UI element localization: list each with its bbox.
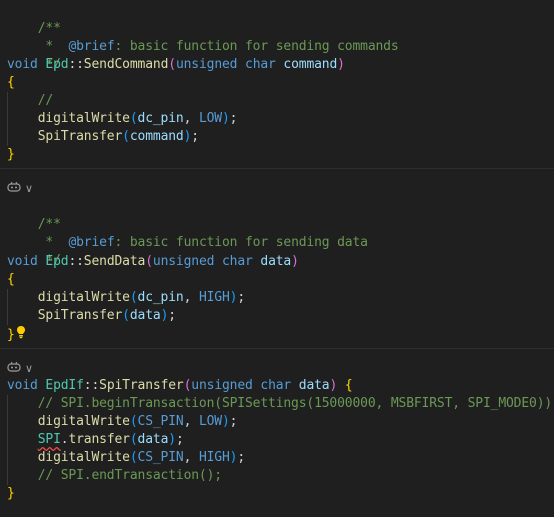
close-brace: }: [7, 486, 15, 501]
open-brace: {: [344, 378, 353, 393]
class-name: Epd: [45, 254, 69, 269]
param-type: unsigned char: [175, 57, 276, 72]
comment-text: // SPI.endTransaction();: [37, 468, 222, 483]
close-brace: }: [7, 147, 15, 162]
code-line[interactable]: }: [7, 146, 15, 164]
code-line[interactable]: // SPI.endTransaction();: [7, 467, 222, 485]
function-separator: [0, 348, 554, 349]
code-line[interactable]: SpiTransfer(data);: [7, 307, 176, 325]
code-line[interactable]: /**: [7, 2, 61, 36]
scope-operator: ::: [83, 378, 100, 393]
function-name: SpiTransfer: [99, 378, 184, 393]
comment-text: * @brief: basic function for sending com…: [37, 39, 399, 54]
class-name: EpdIf: [45, 378, 84, 393]
code-line[interactable]: * @brief: basic function for sending com…: [7, 20, 398, 54]
scope-operator: ::: [68, 57, 84, 72]
code-line[interactable]: digitalWrite(dc_pin, LOW);: [7, 110, 238, 128]
chevron-down-icon[interactable]: ∨: [25, 181, 33, 197]
code-line[interactable]: void Epd::SendCommand(unsigned char comm…: [7, 56, 345, 74]
function-name: SendData: [83, 254, 146, 269]
lightbulb-icon[interactable]: [16, 325, 26, 345]
paren: ): [337, 57, 345, 72]
copilot-icon[interactable]: [7, 181, 21, 198]
param-name: data: [298, 378, 330, 393]
code-line[interactable]: void Epd::SendData(unsigned char data): [7, 253, 299, 271]
param-name: data: [260, 254, 292, 269]
code-line[interactable]: digitalWrite(dc_pin, HIGH);: [7, 289, 245, 307]
code-line[interactable]: {: [7, 271, 15, 289]
paren: ): [291, 254, 299, 269]
paren: (: [168, 57, 176, 72]
code-line[interactable]: SPI.transfer(data);: [7, 431, 184, 449]
codelens[interactable]: ∨: [7, 361, 33, 377]
code-line[interactable]: //: [7, 92, 54, 110]
scope-operator: ::: [68, 254, 84, 269]
paren: ): [329, 378, 338, 393]
code-line[interactable]: * @brief: basic function for sending dat…: [7, 216, 368, 250]
param-type: unsigned char: [191, 378, 292, 393]
code-line[interactable]: }: [7, 485, 15, 503]
code-line[interactable]: */: [7, 38, 61, 72]
comment-text: //: [37, 93, 54, 108]
param-type: unsigned char: [152, 254, 253, 269]
param-name: command: [283, 57, 338, 72]
return-type: void: [7, 254, 38, 269]
return-type: void: [7, 378, 38, 393]
class-name: Epd: [45, 57, 69, 72]
code-line[interactable]: {: [7, 74, 15, 92]
chevron-down-icon[interactable]: ∨: [25, 361, 33, 377]
code-line[interactable]: digitalWrite(CS_PIN, HIGH);: [7, 449, 245, 467]
code-line[interactable]: */: [7, 234, 61, 268]
code-line[interactable]: digitalWrite(CS_PIN, LOW);: [7, 413, 238, 431]
code-line[interactable]: /**: [7, 198, 61, 232]
open-brace: {: [7, 75, 15, 90]
function-name: SendCommand: [83, 57, 169, 72]
comment-text: // SPI.beginTransaction(SPISettings(1500…: [37, 396, 554, 411]
paren: (: [145, 254, 153, 269]
function-separator: [0, 168, 554, 169]
comment-text: * @brief: basic function for sending dat…: [37, 235, 368, 250]
open-brace: {: [7, 272, 15, 287]
codelens[interactable]: ∨: [7, 181, 33, 197]
code-line[interactable]: void EpdIf::SpiTransfer(unsigned char da…: [7, 377, 353, 395]
error-squiggle[interactable]: SPI: [38, 432, 61, 447]
close-brace: }: [7, 327, 15, 343]
return-type: void: [7, 57, 38, 72]
copilot-icon[interactable]: [7, 361, 21, 378]
code-editor[interactable]: /** * @brief: basic function for sending…: [0, 0, 554, 517]
code-line[interactable]: // SPI.beginTransaction(SPISettings(1500…: [7, 395, 554, 413]
code-line[interactable]: }: [7, 325, 26, 343]
code-line[interactable]: SpiTransfer(command);: [7, 128, 199, 146]
